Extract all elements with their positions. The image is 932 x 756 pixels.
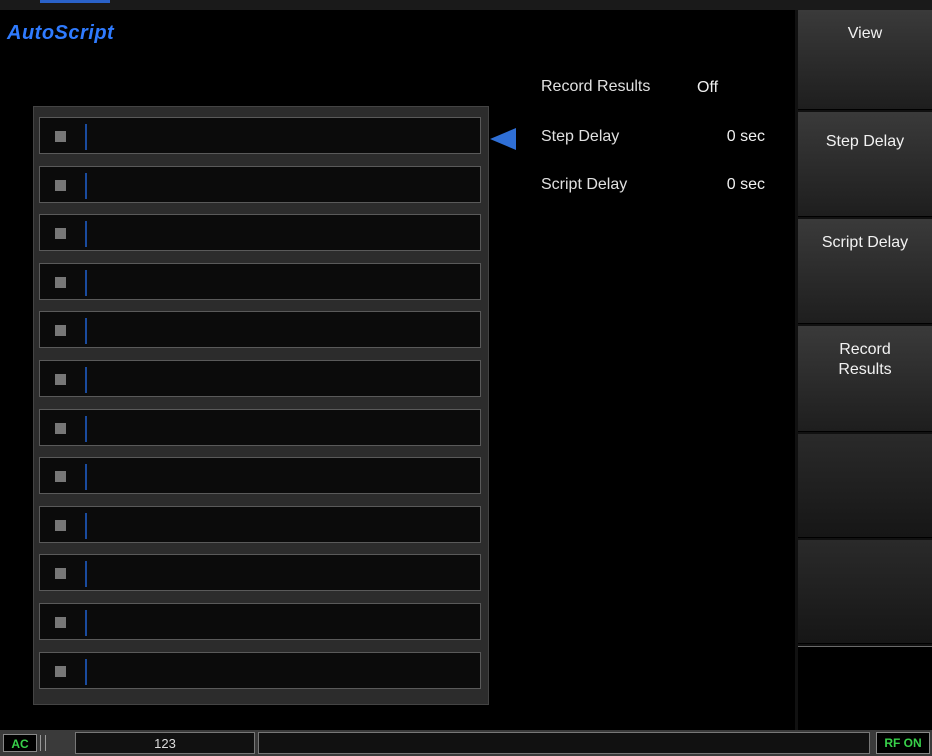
- softkey-info-area: [798, 646, 932, 731]
- script-row[interactable]: [39, 457, 481, 495]
- script-row[interactable]: [39, 505, 481, 543]
- param-label-step-delay: Step Delay: [541, 128, 620, 145]
- row-checkbox[interactable]: [55, 179, 66, 191]
- softkey-record-results[interactable]: Record Results: [798, 326, 932, 432]
- param-label-record-results: Record Results: [541, 78, 651, 95]
- row-cursor-icon: [85, 610, 87, 636]
- row-cursor-icon: [85, 221, 87, 248]
- app-title: AutoScript: [7, 22, 115, 44]
- row-checkbox[interactable]: [55, 471, 66, 483]
- row-checkbox[interactable]: [55, 131, 66, 142]
- row-cursor-icon: [85, 172, 87, 199]
- row-checkbox[interactable]: [55, 665, 66, 677]
- script-list: [33, 106, 489, 705]
- top-accent: [40, 0, 110, 3]
- script-row[interactable]: [39, 214, 481, 252]
- number-field: 123: [75, 732, 255, 754]
- script-row[interactable]: [39, 311, 481, 349]
- script-row[interactable]: [39, 360, 481, 397]
- row-cursor-icon: [85, 124, 87, 150]
- row-cursor-icon: [85, 318, 87, 345]
- row-cursor-icon: [85, 269, 87, 296]
- row-cursor-icon: [85, 367, 87, 393]
- row-checkbox[interactable]: [55, 568, 66, 580]
- softkey-step-delay[interactable]: Step Delay: [798, 112, 932, 217]
- script-row[interactable]: [39, 651, 481, 689]
- param-value-step-delay: 0 sec: [726, 128, 765, 145]
- row-checkbox[interactable]: [55, 422, 66, 434]
- script-row[interactable]: [39, 262, 481, 300]
- param-label-script-delay: Script Delay: [541, 176, 628, 193]
- row-cursor-icon: [85, 464, 87, 491]
- softkey-view[interactable]: View: [798, 10, 932, 110]
- row-cursor-icon: [85, 561, 87, 588]
- script-row[interactable]: [39, 117, 481, 154]
- row-checkbox[interactable]: [55, 374, 66, 385]
- ac-indicator: AC: [3, 734, 37, 752]
- divider-icon: [40, 735, 46, 751]
- row-checkbox[interactable]: [55, 228, 66, 240]
- script-row[interactable]: [39, 554, 481, 592]
- param-value-script-delay: 0 sec: [726, 176, 765, 193]
- script-row[interactable]: [39, 165, 481, 203]
- param-value-record-results: Off: [697, 79, 719, 96]
- row-checkbox[interactable]: [55, 519, 66, 531]
- rf-on-indicator: RF ON: [876, 732, 930, 754]
- row-checkbox[interactable]: [55, 276, 66, 288]
- message-field: [258, 732, 870, 754]
- row-cursor-icon: [85, 512, 87, 539]
- selection-pointer-icon: [490, 128, 516, 150]
- status-bar: AC 123 RF ON: [0, 730, 932, 756]
- row-checkbox[interactable]: [55, 325, 66, 337]
- main-panel: AutoScript Record Results Off Step Delay…: [0, 10, 795, 730]
- softkey-empty-5[interactable]: [798, 434, 932, 538]
- script-row[interactable]: [39, 408, 481, 446]
- softkey-empty-6[interactable]: [798, 540, 932, 644]
- top-strip: [0, 0, 932, 10]
- script-row[interactable]: [39, 603, 481, 640]
- softkey-script-delay[interactable]: Script Delay: [798, 219, 932, 324]
- row-cursor-icon: [85, 415, 87, 442]
- row-cursor-icon: [85, 658, 87, 685]
- row-checkbox[interactable]: [55, 617, 66, 628]
- softkey-panel: View Step Delay Script Delay Record Resu…: [795, 10, 932, 731]
